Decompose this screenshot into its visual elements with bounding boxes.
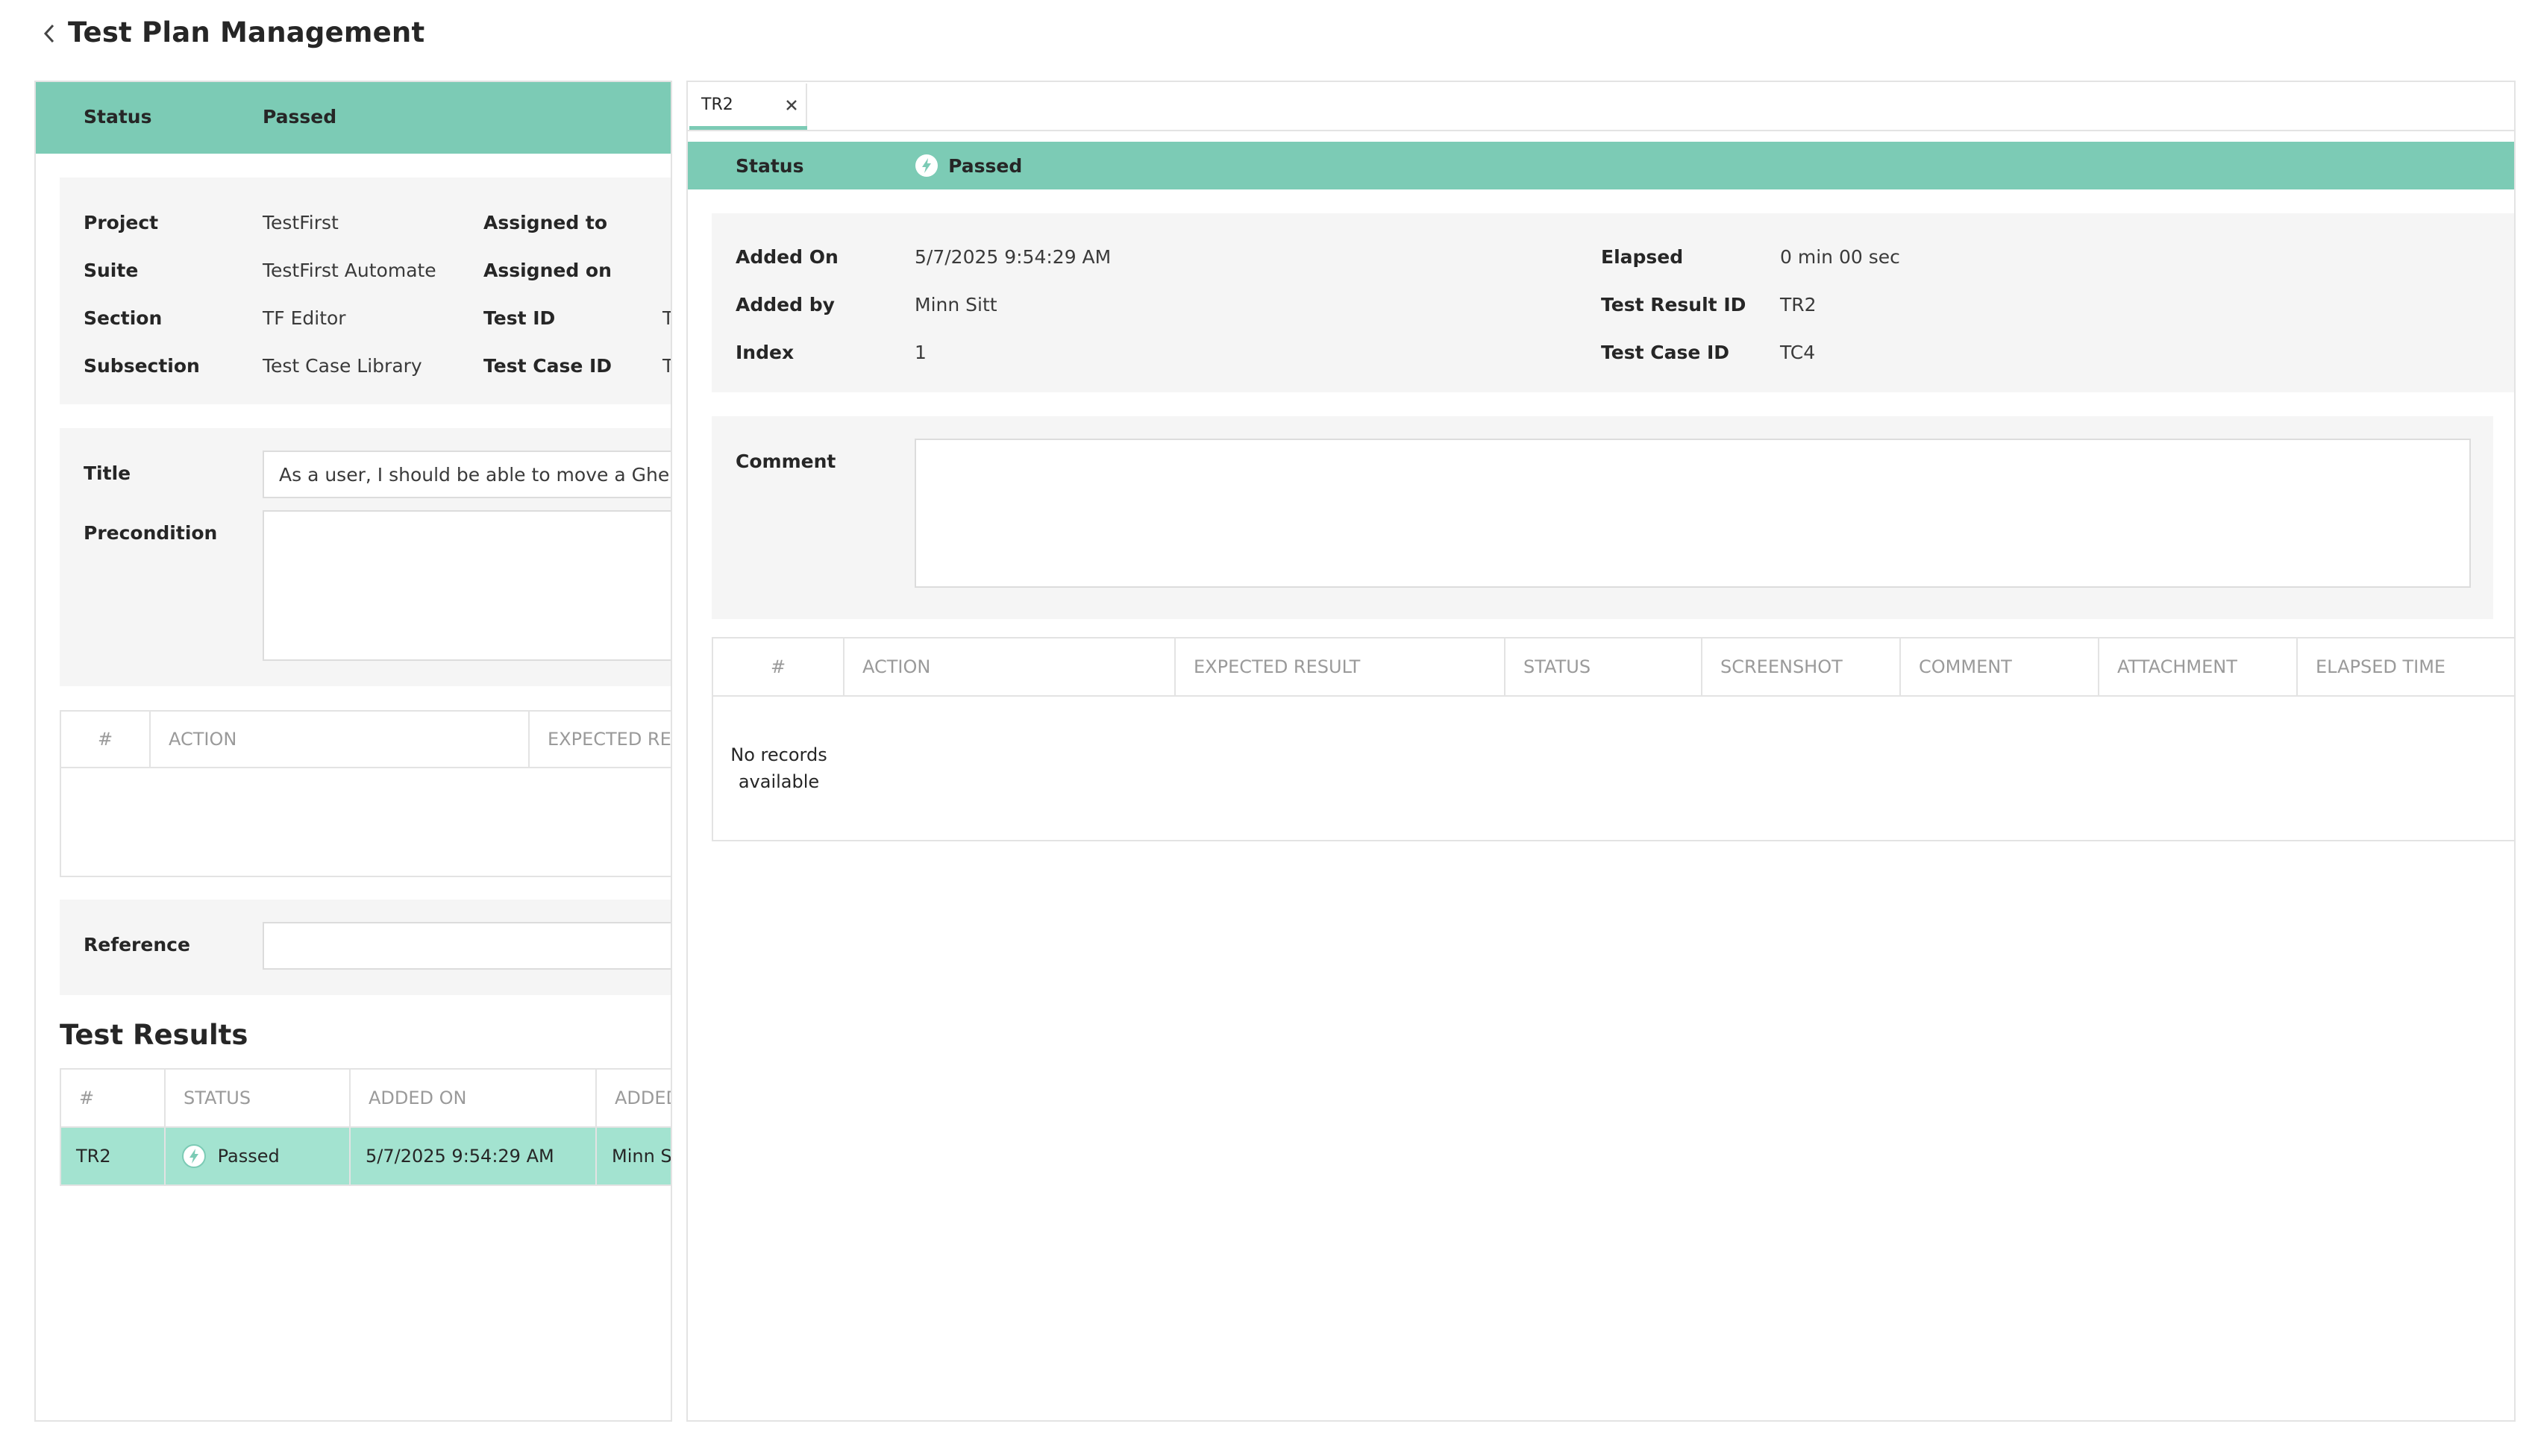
test-results-table: # STATUS ADDED ON ADDED TR2 Passed 5/7/2… [60,1068,671,1186]
suite-label: Suite [84,260,139,281]
index-value: 1 [915,342,927,363]
title-card: Title As a user, I should be able to mov… [60,428,672,686]
tab-tr2[interactable]: TR2 [689,84,807,130]
test-id-label: Test ID [483,307,556,329]
tab-label: TR2 [701,95,733,114]
column-header-number[interactable]: # [712,637,845,697]
test-case-id-label: Test Case ID [483,355,612,377]
status-bar: Status Passed [688,142,2514,189]
result-added-on: 5/7/2025 9:54:29 AM [349,1126,597,1186]
table-row[interactable]: TR2 Passed 5/7/2025 9:54:29 AM Minn Sit [60,1126,671,1186]
title-field[interactable]: As a user, I should be able to move a Gh… [263,451,672,498]
steps-table: # ACTION EXPECTED RE [60,710,671,877]
suite-value: TestFirst Automate [263,260,436,281]
project-label: Project [84,212,159,233]
column-header-expected-result[interactable]: EXPECTED RESULT [1174,637,1505,697]
steps-empty-body [60,767,671,877]
column-header-action[interactable]: ACTION [149,710,530,768]
added-on-label: Added On [736,246,839,268]
column-header-comment[interactable]: COMMENT [1899,637,2099,697]
column-header-action[interactable]: ACTION [843,637,1176,697]
lightning-icon [915,154,939,178]
test-case-id-value: T [662,355,671,377]
lightning-icon [182,1144,206,1168]
column-header-added-by[interactable]: ADDED [595,1068,671,1128]
elapsed-value: 0 min 00 sec [1780,246,1900,268]
details-card: Project TestFirst Suite TestFirst Automa… [60,178,671,404]
column-header-expected-result[interactable]: EXPECTED RE [528,710,671,768]
test-result-id-value: TR2 [1780,294,1817,316]
comment-card: Comment [712,416,2493,619]
tab-active-indicator [689,126,807,130]
status-value: Passed [263,106,337,128]
column-header-number[interactable]: # [60,1068,166,1128]
column-header-screenshot[interactable]: SCREENSHOT [1701,637,1901,697]
column-header-added-on[interactable]: ADDED ON [349,1068,597,1128]
column-header-attachment[interactable]: ATTACHMENT [2098,637,2298,697]
comment-label: Comment [736,451,836,472]
back-chevron-icon[interactable] [39,21,61,46]
elapsed-label: Elapsed [1601,246,1684,268]
test-case-panel: Status Passed Project TestFirst Suite Te… [34,81,672,1422]
page-title: Test Plan Management [68,16,425,48]
status-value: Passed [948,154,1023,177]
test-id-value: T [662,307,671,329]
reference-card: Reference [60,900,671,995]
assigned-on-label: Assigned on [483,260,612,281]
added-by-label: Added by [736,294,835,316]
no-records-message: No records available [713,741,845,795]
status-label: Status [84,106,152,128]
added-by-value: Minn Sitt [915,294,997,316]
title-label: Title [84,462,131,484]
result-steps-table: # ACTION EXPECTED RESULT STATUS SCREENSH… [712,637,2514,841]
close-icon[interactable] [783,97,800,113]
precondition-label: Precondition [84,522,218,544]
precondition-field[interactable] [263,510,671,661]
column-header-status[interactable]: STATUS [1504,637,1702,697]
result-status: Passed [217,1146,280,1167]
subsection-value: Test Case Library [263,355,422,377]
section-value: TF Editor [263,307,346,329]
added-on-value: 5/7/2025 9:54:29 AM [915,246,1112,268]
no-records-line1: No records [730,744,827,765]
result-status-cell: Passed [164,1126,351,1186]
reference-field[interactable] [263,922,671,970]
tab-strip [688,82,2514,131]
status-label: Status [736,155,804,177]
status-bar: Status Passed [36,82,671,154]
assigned-to-label: Assigned to [483,212,608,233]
column-header-status[interactable]: STATUS [164,1068,351,1128]
result-id: TR2 [60,1126,166,1186]
status-value-group: Passed [915,154,1022,178]
reference-label: Reference [84,934,190,956]
project-value: TestFirst [263,212,339,233]
test-case-id-value: TC4 [1780,342,1816,363]
section-label: Section [84,307,163,329]
test-result-panel: TR2 Status Passed Added On 5/7/2025 9:54… [686,81,2516,1422]
comment-field[interactable] [915,439,2471,588]
column-header-number[interactable]: # [60,710,151,768]
subsection-label: Subsection [84,355,200,377]
column-header-elapsed-time[interactable]: ELAPSED TIME [2296,637,2514,697]
test-results-title: Test Results [60,1019,248,1051]
result-details-card: Added On 5/7/2025 9:54:29 AM Added by Mi… [712,213,2514,392]
no-records-cell: No records available [712,695,2514,841]
index-label: Index [736,342,795,363]
test-result-id-label: Test Result ID [1601,294,1746,316]
no-records-line2: available [738,771,820,792]
test-case-id-label: Test Case ID [1601,342,1730,363]
result-added-by: Minn Sit [595,1126,671,1186]
title-field-value: As a user, I should be able to move a Gh… [279,464,672,486]
